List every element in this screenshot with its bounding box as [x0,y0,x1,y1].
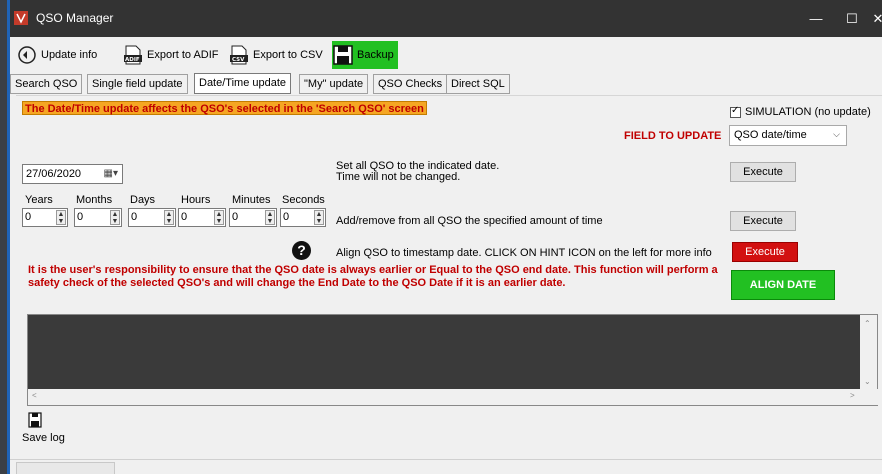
spinner-arrows-icon[interactable]: ▲ ▼ [265,210,275,225]
scroll-up-icon[interactable]: ⌃ [864,319,871,328]
save-log-label: Save log [22,432,65,444]
log-horizontal-scrollbar[interactable]: < > [28,389,879,405]
years-value: 0 [25,211,32,223]
floppy-disk-icon [28,412,42,428]
days-value: 0 [131,211,138,223]
status-segment [16,462,115,474]
hours-value: 0 [181,211,188,223]
date-picker[interactable]: 27/06/2020 ▦▾ [22,164,123,184]
execute-set-date-button[interactable]: Execute [730,162,796,182]
align-description: Align QSO to timestamp date. CLICK ON HI… [336,247,712,259]
field-to-update-value: QSO date/time [734,129,807,141]
warning-text: It is the user's responsibility to ensur… [28,264,718,289]
hours-label: Hours [181,194,211,206]
tab-qso-checks[interactable]: QSO Checks [373,74,448,94]
spinner-arrows-icon[interactable]: ▲ ▼ [164,210,174,225]
update-info-button[interactable]: Update info [16,41,97,69]
months-label: Months [76,194,113,206]
tab-search-qso[interactable]: Search QSO [10,74,83,94]
close-button[interactable]: ✕ [860,0,882,37]
window-title: QSO Manager [36,11,114,25]
selection-notice: The Date/Time update affects the QSO's s… [22,101,427,115]
toolbar: Update info ADIF Export to ADIF CSV Expo… [10,37,882,71]
simulation-label: SIMULATION (no update) [745,106,871,118]
add-remove-description: Add/remove from all QSO the specified am… [336,215,603,227]
export-adif-button[interactable]: ADIF Export to ADIF [122,41,219,69]
log-output-area[interactable]: ⌃ ⌄ < > [27,314,879,406]
chevron-down-icon: ⌵ [833,129,840,139]
spinner-arrows-icon[interactable]: ▲ ▼ [56,210,66,225]
scroll-right-icon[interactable]: > [850,391,855,400]
minutes-label: Minutes [232,194,271,206]
years-label: Years [25,194,53,206]
csv-file-icon: CSV [230,45,248,65]
align-date-button[interactable]: ALIGN DATE [731,270,835,300]
refresh-icon [18,46,36,64]
update-info-label: Update info [41,49,98,61]
years-stepper[interactable]: 0 ▲ ▼ [22,208,68,227]
months-stepper[interactable]: 0 ▲ ▼ [74,208,122,227]
status-bar [10,459,882,474]
field-to-update-label: FIELD TO UPDATE [624,130,722,142]
export-csv-button[interactable]: CSV Export to CSV [228,41,323,69]
scroll-left-icon[interactable]: < [32,391,37,400]
tab-single-field-update[interactable]: Single field update [87,74,188,94]
seconds-value: 0 [283,211,290,223]
checkbox-checked-icon [730,105,741,118]
app-icon [14,11,28,25]
execute-add-remove-button[interactable]: Execute [730,211,796,231]
log-vertical-scrollbar[interactable]: ⌃ ⌄ [860,315,877,391]
minimize-button[interactable]: — [798,0,834,37]
execute-align-button[interactable]: Execute [732,242,798,262]
days-stepper[interactable]: 0 ▲ ▼ [128,208,176,227]
qso-manager-window: QSO Manager — ☐ ✕ Update info ADIF Expor… [0,0,882,474]
svg-text:CSV: CSV [232,57,245,63]
minutes-value: 0 [232,211,239,223]
date-value: 27/06/2020 [26,168,82,180]
tab-direct-sql[interactable]: Direct SQL [446,74,510,94]
backup-button[interactable]: Backup [332,41,398,69]
seconds-label: Seconds [282,194,325,206]
tab-my-update[interactable]: "My" update [299,74,369,94]
seconds-stepper[interactable]: 0 ▲ ▼ [280,208,326,227]
title-bar[interactable]: QSO Manager — ☐ ✕ [10,0,882,37]
svg-text:ADIF: ADIF [125,57,140,63]
backup-label: Backup [357,49,394,61]
save-log-button[interactable]: Save log [22,412,82,446]
spinner-arrows-icon[interactable]: ▲ ▼ [110,210,120,225]
help-hint-icon[interactable]: ? [292,241,311,260]
scroll-down-icon[interactable]: ⌄ [864,377,871,386]
export-adif-label: Export to ADIF [147,49,219,61]
set-date-description-line2: Time will not be changed. [336,171,461,183]
tab-date-time-update[interactable]: Date/Time update [194,73,292,94]
left-edge-strip [0,0,10,474]
field-to-update-select[interactable]: QSO date/time ⌵ [729,125,847,146]
calendar-dropdown-icon[interactable]: ▦▾ [104,168,118,179]
hours-stepper[interactable]: 0 ▲ ▼ [178,208,226,227]
days-label: Days [130,194,156,206]
months-value: 0 [77,211,84,223]
floppy-disk-icon [333,45,353,65]
spinner-arrows-icon[interactable]: ▲ ▼ [314,210,324,225]
adif-file-icon: ADIF [124,45,142,65]
spinner-arrows-icon[interactable]: ▲ ▼ [214,210,224,225]
export-csv-label: Export to CSV [253,49,323,61]
simulation-checkbox[interactable]: SIMULATION (no update) [730,105,871,118]
minutes-stepper[interactable]: 0 ▲ ▼ [229,208,277,227]
